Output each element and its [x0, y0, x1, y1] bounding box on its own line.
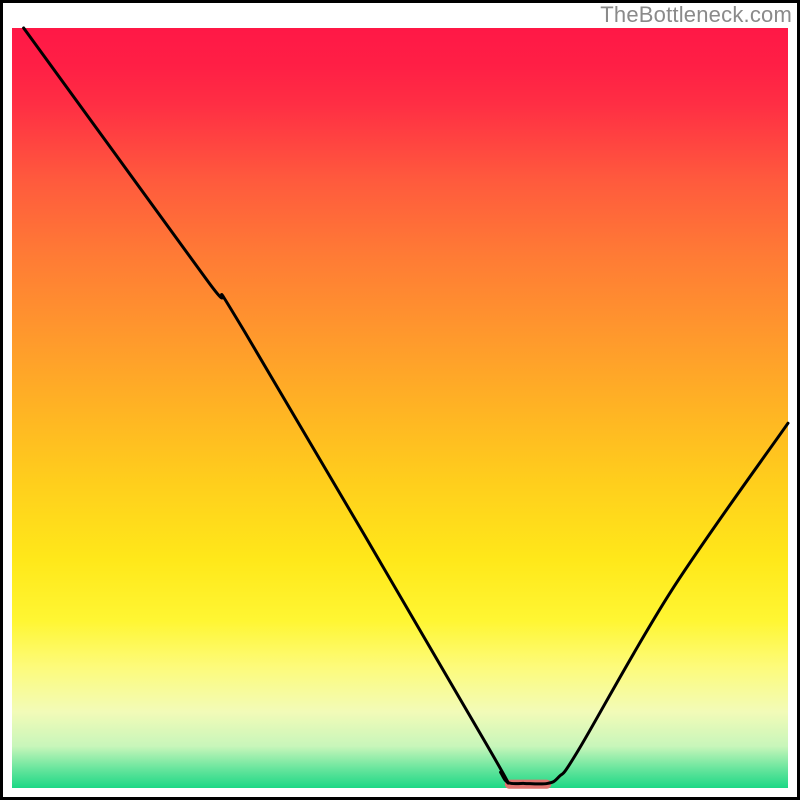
bottleneck-chart — [0, 0, 800, 800]
watermark-text: TheBottleneck.com — [600, 2, 792, 28]
chart-container: { "watermark": "TheBottleneck.com", "cha… — [0, 0, 800, 800]
margin-bottom — [3, 788, 797, 797]
margin-left — [3, 3, 12, 797]
chart-background — [12, 28, 788, 788]
margin-right — [788, 3, 797, 797]
